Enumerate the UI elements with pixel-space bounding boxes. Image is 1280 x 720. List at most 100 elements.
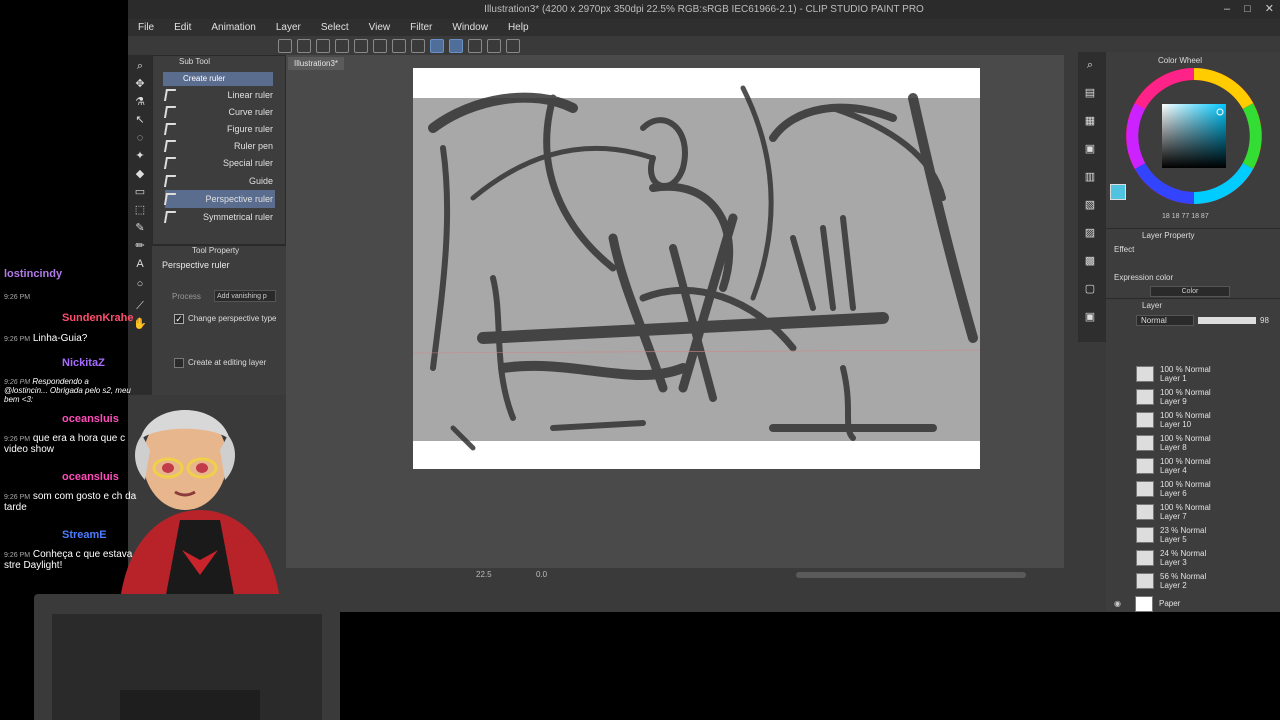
snap-grid-icon[interactable] (468, 39, 482, 53)
layer-thumbnail (1136, 549, 1154, 566)
subtool-item-perspective-ruler[interactable]: Perspective ruler (163, 190, 275, 208)
paper-layer-row[interactable]: ◉ Paper (1112, 592, 1272, 615)
subtool-item-special-ruler[interactable]: Special ruler (163, 154, 275, 172)
snap-special-ruler-icon[interactable] (449, 39, 463, 53)
chat-message: StreamE (62, 529, 107, 541)
layer-row[interactable]: 24 % Normal Layer 3 (1112, 546, 1272, 569)
pencil-tool-icon[interactable]: ✏ (133, 239, 147, 253)
layer-thumbnail (1136, 503, 1154, 520)
settings-icon[interactable] (487, 39, 501, 53)
material-icon[interactable]: ▤ (1083, 86, 1097, 100)
visibility-eye-icon[interactable]: ◉ (1114, 599, 1121, 608)
history-icon[interactable]: ▦ (1083, 114, 1097, 128)
auto-actions-icon[interactable]: ▣ (1083, 142, 1097, 156)
ruler-icon (163, 157, 177, 169)
layer-search-icon[interactable]: ▨ (1083, 226, 1097, 240)
redo-icon[interactable] (354, 39, 368, 53)
subtool-item-linear-ruler[interactable]: Linear ruler (163, 86, 275, 104)
chat-message: 9:26 PM Linha-Guia? (4, 333, 88, 344)
layer-row[interactable]: 100 % Normal Layer 6 (1112, 477, 1272, 500)
lasso-tool-icon[interactable]: ◌ (133, 131, 147, 145)
chat-message: SundenKrahe (62, 312, 134, 324)
expression-color-label: Expression color (1114, 273, 1174, 282)
color-set-icon[interactable]: ▣ (1083, 310, 1097, 324)
layer-row[interactable]: 100 % Normal Layer 7 (1112, 500, 1272, 523)
zoom-value[interactable]: 22.5 (476, 570, 492, 579)
blend-mode-select[interactable]: Normal (1136, 315, 1194, 326)
hue-ring[interactable] (1120, 66, 1268, 214)
layer-row[interactable]: 56 % Normal Layer 2 (1112, 569, 1272, 592)
layer-row[interactable]: 100 % Normal Layer 8 (1112, 431, 1272, 454)
opacity-value[interactable]: 98 (1260, 316, 1269, 325)
menu-view[interactable]: View (369, 22, 391, 33)
vtuber-avatar (110, 400, 290, 600)
drawing-canvas[interactable] (413, 68, 980, 469)
horizontal-scrollbar[interactable] (796, 572, 1026, 578)
new-icon[interactable] (278, 39, 292, 53)
layer-row[interactable]: 100 % Normal Layer 10 (1112, 408, 1272, 431)
eyedropper-tool-icon[interactable]: ⚗ (133, 95, 147, 109)
fill-tool-icon[interactable]: ◆ (133, 167, 147, 181)
item-bank-icon[interactable]: ▥ (1083, 170, 1097, 184)
main-color-swatch[interactable] (1110, 184, 1126, 200)
help-icon[interactable] (506, 39, 520, 53)
clip-studio-window: Illustration3* (4200 x 2970px 350dpi 22.… (128, 0, 1280, 612)
title-bar: Illustration3* (4200 x 2970px 350dpi 22.… (128, 0, 1280, 19)
menu-select[interactable]: Select (321, 22, 349, 33)
create-editing-layer-checkbox[interactable] (174, 358, 184, 368)
subtool-item-ruler-pen[interactable]: Ruler pen (163, 137, 275, 155)
menu-filter[interactable]: Filter (410, 22, 432, 33)
menu-window[interactable]: Window (452, 22, 488, 33)
clear-icon[interactable] (373, 39, 387, 53)
subtool-item-figure-ruler[interactable]: Figure ruler (163, 120, 275, 138)
subtool-item-guide[interactable]: Guide (163, 172, 275, 190)
tool-name: Perspective ruler (162, 260, 230, 270)
layer-row[interactable]: 23 % Normal Layer 5 (1112, 523, 1272, 546)
subtool-item-symmetrical-ruler[interactable]: Symmetrical ruler (163, 208, 275, 226)
pen-tool-icon[interactable]: ✎ (133, 221, 147, 235)
transform-icon[interactable] (411, 39, 425, 53)
menu-animation[interactable]: Animation (211, 22, 255, 33)
layer-row[interactable]: 100 % Normal Layer 1 (1112, 362, 1272, 385)
menu-file[interactable]: File (138, 22, 154, 33)
menu-help[interactable]: Help (508, 22, 529, 33)
rotation-value[interactable]: 0.0 (536, 570, 547, 579)
zoom-tool-icon[interactable]: ⌕ (133, 59, 147, 73)
operation-tool-icon[interactable]: ↖ (133, 113, 147, 127)
close-button[interactable]: ✕ (1265, 0, 1274, 19)
navigator-icon[interactable]: ⌕ (1083, 58, 1097, 72)
layer-thumbnail (1136, 411, 1154, 428)
subtool-group-create-ruler[interactable]: Create ruler (163, 72, 273, 86)
minimize-button[interactable]: – (1224, 0, 1230, 19)
menu-layer[interactable]: Layer (276, 22, 301, 33)
move-tool-icon[interactable]: ✥ (133, 77, 147, 91)
subtool-item-curve-ruler[interactable]: Curve ruler (163, 103, 275, 121)
ruler-icon (163, 123, 177, 135)
menu-edit[interactable]: Edit (174, 22, 191, 33)
opacity-slider[interactable] (1198, 317, 1256, 324)
document-tab[interactable]: Illustration3* (288, 57, 345, 70)
maximize-button[interactable]: □ (1244, 0, 1251, 19)
tool-property-panel: Tool Property Perspective ruler Process … (152, 245, 286, 395)
layer-row[interactable]: 100 % Normal Layer 4 (1112, 454, 1272, 477)
undo-icon[interactable] (335, 39, 349, 53)
save-icon[interactable] (316, 39, 330, 53)
subtool-title: Sub Tool (179, 57, 210, 66)
layer-row[interactable]: 100 % Normal Layer 9 (1112, 385, 1272, 408)
expression-color-select[interactable]: Color (1150, 286, 1230, 297)
quick-access-icon[interactable]: ▢ (1083, 282, 1097, 296)
gradient-tool-icon[interactable]: ▭ (133, 185, 147, 199)
layer-thumbnail (1136, 434, 1154, 451)
open-icon[interactable] (297, 39, 311, 53)
figure-tool-icon[interactable]: ⬚ (133, 203, 147, 217)
layer-property-panel: Layer Property Effect Expression color C… (1106, 228, 1280, 298)
change-perspective-checkbox[interactable]: ✓ (174, 314, 184, 324)
magic-wand-tool-icon[interactable]: ✦ (133, 149, 147, 163)
process-select[interactable]: Add vanishing p (214, 290, 276, 302)
sub-view-icon[interactable]: ▧ (1083, 198, 1097, 212)
snap-ruler-icon[interactable] (430, 39, 444, 53)
animation-timeline-icon[interactable]: ▩ (1083, 254, 1097, 268)
ruler-icon (163, 106, 177, 118)
fill-icon[interactable] (392, 39, 406, 53)
chat-message: lostincindy (4, 268, 63, 280)
